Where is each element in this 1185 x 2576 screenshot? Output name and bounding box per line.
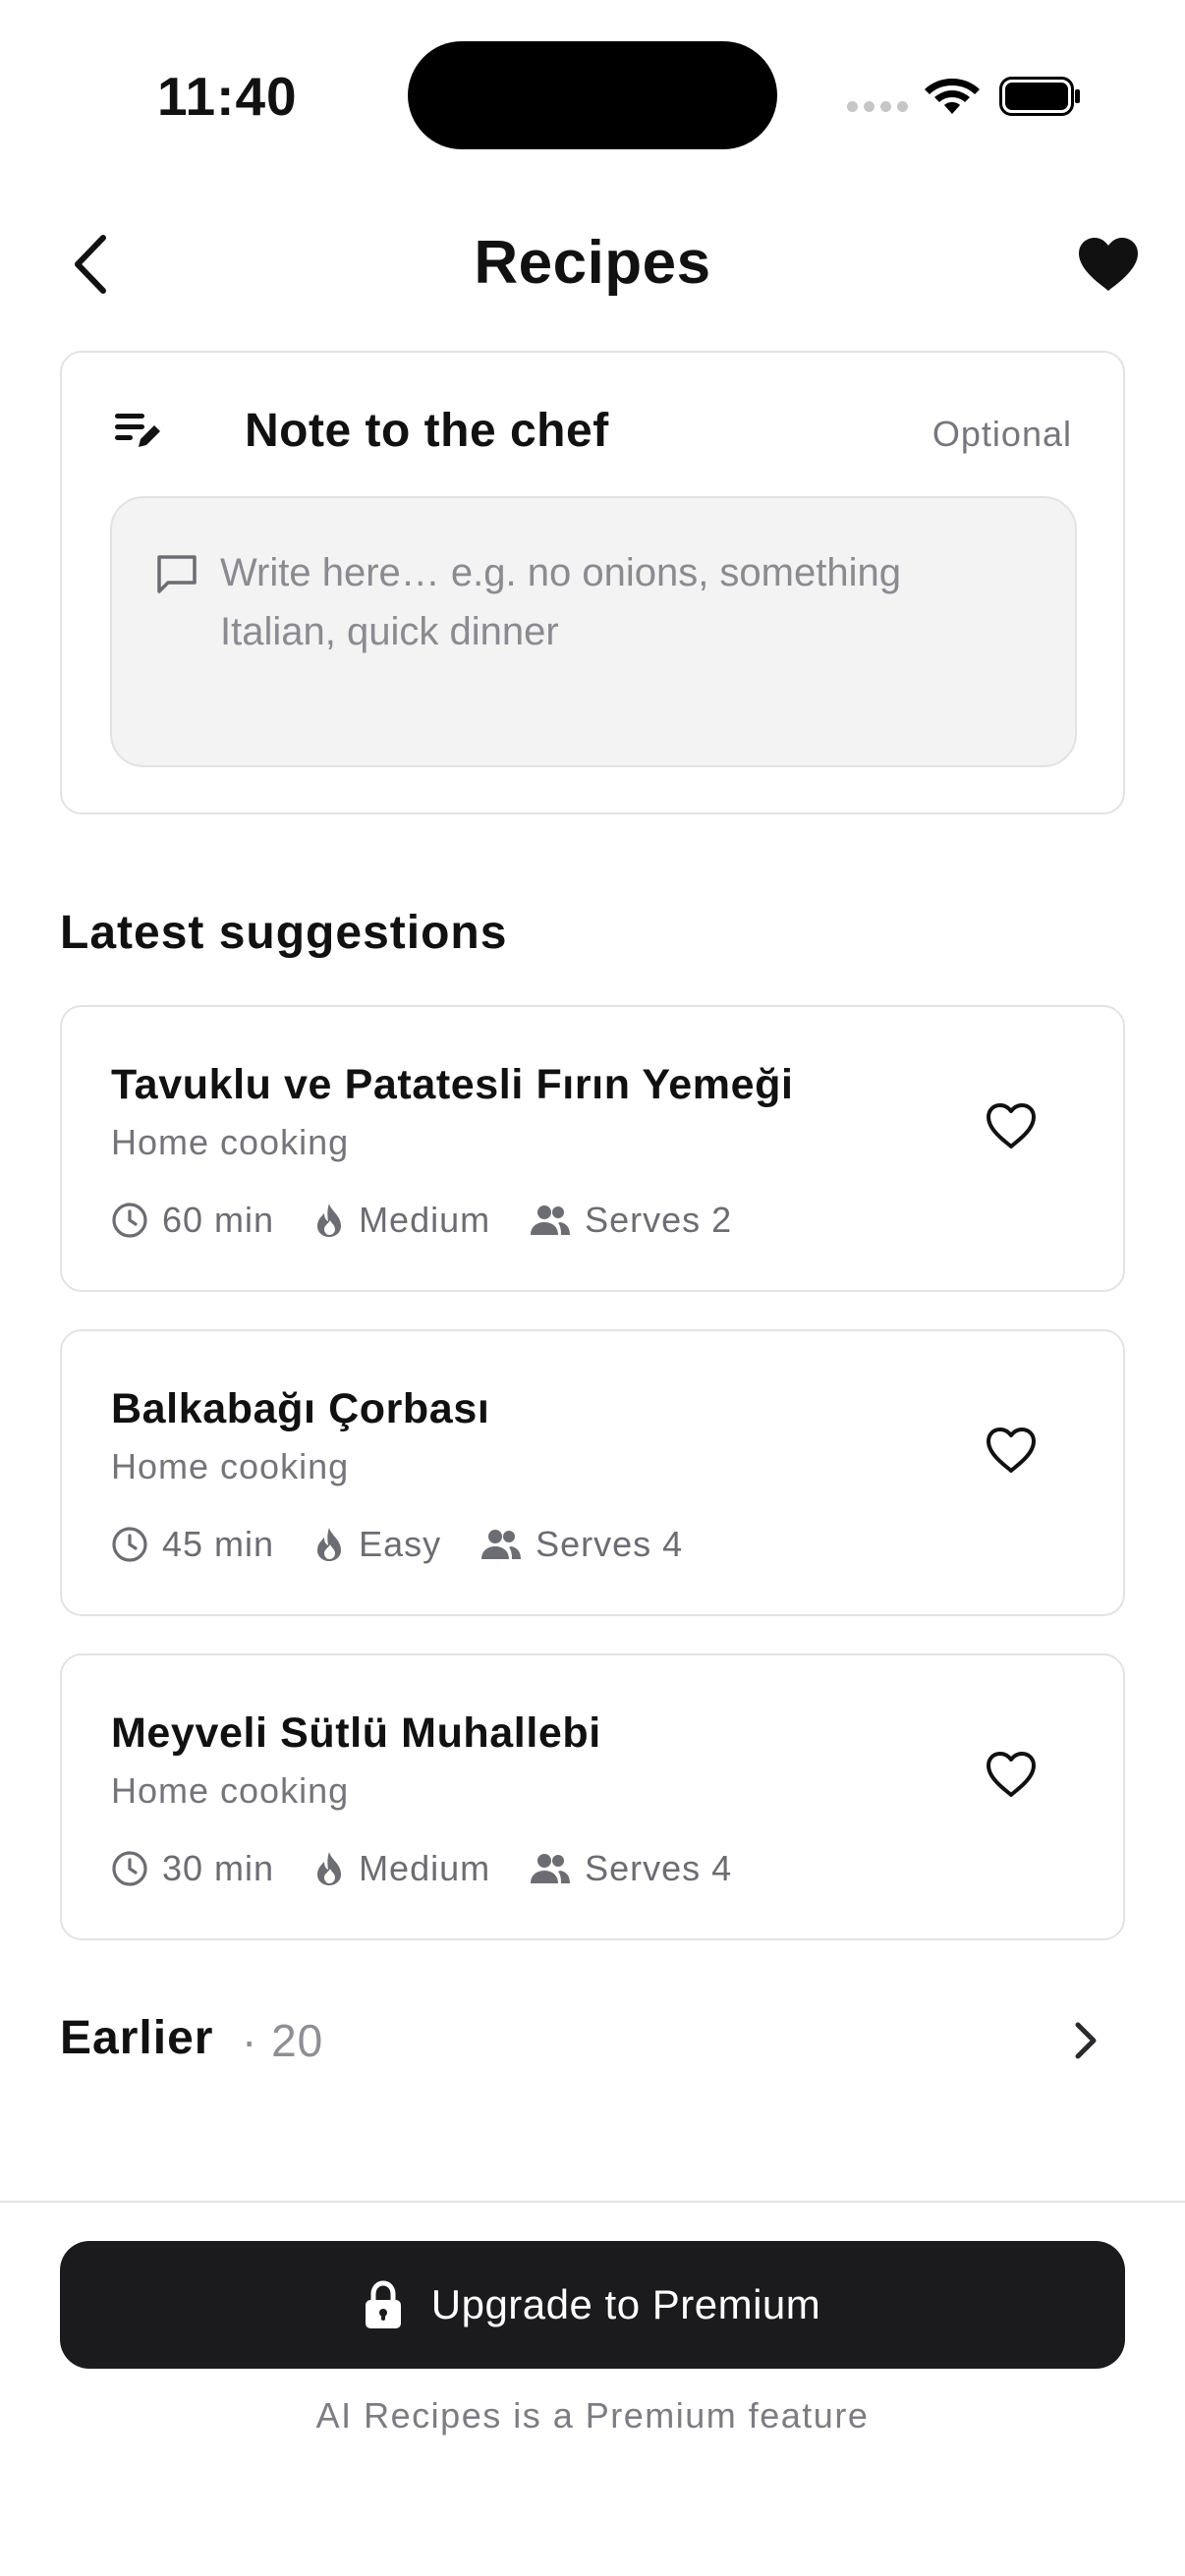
recipe-difficulty: Easy [313,1524,441,1565]
page-title: Recipes [474,229,711,297]
recipe-difficulty-label: Medium [359,1200,491,1240]
dynamic-island [408,41,777,149]
heart-outline-icon [987,1103,1036,1148]
recipe-meta: 45 min Easy Serves 4 [111,1524,722,1565]
flame-icon [317,1528,342,1561]
note-to-chef-card: Note to the chef Optional [60,351,1125,814]
people-icon [481,1530,522,1559]
battery-icon [999,77,1080,116]
recipe-serves: Serves 2 [530,1200,732,1241]
recipe-time: 45 min [111,1524,274,1565]
note-header: Note to the chef Optional [113,400,1072,463]
heart-outline-icon [987,1428,1036,1473]
note-title: Note to the chef [245,405,609,457]
recipe-meta: 60 min Medium Serves 2 [111,1200,771,1241]
recipe-difficulty-label: Easy [359,1524,442,1564]
clock-icon [112,1527,147,1562]
recipe-category: Home cooking [111,1446,350,1486]
favorite-button[interactable] [976,1091,1046,1161]
favorite-button[interactable] [976,1415,1046,1485]
recipe-time-label: 45 min [162,1524,275,1564]
flame-icon [317,1204,342,1237]
recipe-category: Home cooking [111,1122,350,1162]
heart-filled-icon [1078,238,1138,291]
upgrade-premium-label: Upgrade to Premium [430,2281,821,2327]
recipe-time: 60 min [111,1200,274,1241]
footer-divider [0,2201,1185,2203]
status-time: 11:40 [157,66,298,127]
recipe-name: Tavuklu ve Patatesli Fırın Yemeği [111,1061,794,1108]
recipe-category: Home cooking [111,1770,350,1811]
recipe-time-label: 30 min [162,1848,275,1888]
favorite-button[interactable] [976,1739,1046,1810]
recipe-serves-label: Serves 4 [536,1524,684,1564]
recipe-time: 30 min [111,1848,274,1889]
premium-note: AI Recipes is a Premium feature [315,2395,870,2436]
favorites-button[interactable] [1071,230,1145,299]
people-icon [531,1854,571,1883]
heart-outline-icon [987,1752,1036,1797]
recipe-serves: Serves 4 [530,1848,732,1889]
recipe-serves: Serves 4 [480,1524,683,1565]
wifi-icon [925,79,980,114]
upgrade-premium-button[interactable]: Upgrade to Premium [60,2241,1125,2369]
earlier-label: Earlier [60,2012,214,2064]
chat-bubble-icon [157,555,197,593]
recipe-card[interactable]: Tavuklu ve Patatesli Fırın Yemeği Home c… [60,1005,1125,1292]
recipe-serves-label: Serves 4 [585,1848,733,1888]
recipe-difficulty: Medium [313,1200,490,1241]
latest-suggestions-heading: Latest suggestions [60,907,508,959]
earlier-count: · 20 [242,2015,324,2066]
recipe-time-label: 60 min [162,1200,275,1240]
clock-icon [112,1203,147,1238]
recipe-difficulty-label: Medium [359,1848,491,1888]
recipe-card[interactable]: Meyveli Sütlü Muhallebi Home cooking 30 … [60,1653,1125,1940]
optional-label: Optional [931,414,1072,454]
recipe-serves-label: Serves 2 [585,1200,733,1240]
flame-icon [317,1852,342,1885]
recipe-name: Meyveli Sütlü Muhallebi [111,1709,601,1757]
people-icon [531,1205,571,1235]
recipe-card[interactable]: Balkabağı Çorbası Home cooking 45 min Ea… [60,1329,1125,1616]
status-bar: 11:40 [0,0,1185,187]
note-input-container[interactable] [110,496,1077,767]
recipe-meta: 30 min Medium Serves 4 [111,1848,771,1889]
lock-icon [365,2280,401,2328]
recipe-difficulty: Medium [313,1848,490,1889]
note-input[interactable] [220,543,1006,720]
edit-note-icon [115,414,160,447]
clock-icon [112,1851,147,1886]
chevron-right-icon [1075,2022,1097,2059]
navigation-header: Recipes [0,216,1185,314]
recipe-name: Balkabağı Çorbası [111,1385,490,1432]
cellular-signal-icon [847,101,908,112]
earlier-row[interactable]: Earlier · 20 [60,1999,1125,2078]
